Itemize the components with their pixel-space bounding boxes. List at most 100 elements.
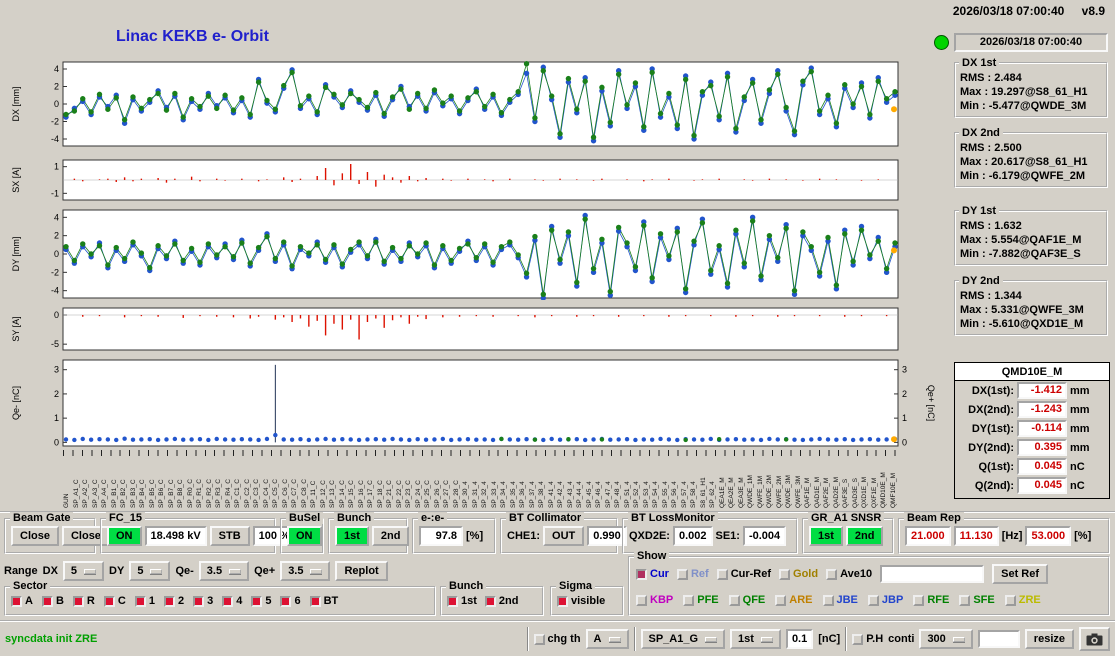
x-tick-label: SP_12_C: [319, 480, 327, 508]
chg-th-checkbox[interactable]: chg th: [533, 633, 581, 645]
range-dx-select[interactable]: 5: [62, 561, 105, 581]
range-dy-select[interactable]: 5: [129, 561, 171, 581]
show-jbp-checkbox[interactable]: JBP: [867, 594, 903, 606]
stats-row: RMS : 1.632: [960, 220, 1022, 232]
show-pfe-checkbox[interactable]: PFE: [683, 594, 719, 606]
che1-out-button[interactable]: OUT: [543, 526, 585, 546]
bunch-select[interactable]: 1st: [730, 629, 781, 649]
monitor-label: DX(2nd):: [968, 403, 1014, 416]
show-cur-ref-checkbox[interactable]: Cur-Ref: [716, 568, 771, 580]
checkbox-box: [636, 594, 647, 606]
threshold-display: 0.1: [785, 629, 814, 649]
checkbox-box: [103, 595, 115, 607]
checkbox-label: 1: [148, 595, 155, 607]
show-rfe-checkbox[interactable]: RFE: [913, 594, 949, 606]
points-select[interactable]: 300: [919, 629, 973, 649]
replot-button[interactable]: Replot: [335, 561, 388, 581]
stats-row: Max : 5.331@QWFE_3M: [960, 304, 1084, 316]
checkbox-label: 2: [177, 595, 185, 607]
resize-button[interactable]: resize: [1024, 629, 1074, 649]
beam-gate-close-button-1[interactable]: Close: [11, 526, 59, 546]
snsr-2nd-button[interactable]: 2nd: [845, 526, 884, 546]
x-tick-label: SP_R3_C: [215, 479, 222, 508]
show-kbp-checkbox[interactable]: KBP: [636, 594, 673, 606]
ph-checkbox[interactable]: P.H: [852, 633, 883, 645]
show-ref-checkbox[interactable]: Ref: [676, 568, 709, 580]
stats-dx-2nd: DX 2nd RMS : 2.500 Max : 20.617@S8_61_H1 Mi…: [954, 127, 1108, 188]
sector-4-checkbox[interactable]: 4: [222, 595, 242, 607]
group-title: Bunch: [446, 580, 487, 592]
checkbox-box: [676, 568, 688, 580]
sector-b-checkbox[interactable]: B: [41, 595, 64, 607]
svg-text:-1: -1: [51, 188, 59, 198]
sector-items: A B R C 1 2 3 4 5 6 BT: [11, 595, 338, 607]
checkbox-box: [852, 633, 864, 645]
show-jbe-checkbox[interactable]: JBE: [822, 594, 858, 606]
bunch-1st-checkbox[interactable]: 1st: [447, 595, 477, 607]
che1-value-display: 0.990: [587, 526, 627, 546]
checkbox-label: P.H: [866, 633, 884, 645]
divider: [845, 627, 848, 651]
svg-text:0: 0: [54, 99, 59, 109]
x-tick-label: SP_46_4: [595, 481, 602, 508]
range-qep-select[interactable]: 3.5: [280, 561, 331, 581]
option-value: A: [593, 633, 602, 645]
bunch-2nd-button[interactable]: 2nd: [371, 526, 410, 546]
svg-text:DX [mm]: DX [mm]: [11, 87, 21, 122]
x-tick-label: SP_57_4: [680, 481, 688, 508]
x-tick-label: SP_58_4: [690, 481, 697, 508]
x-tick-label: SP_C5_C: [272, 479, 279, 508]
show-are-checkbox[interactable]: ARE: [775, 594, 813, 606]
sector-a-checkbox[interactable]: A: [11, 595, 33, 607]
device-select[interactable]: SP_A1_G: [640, 629, 726, 649]
show-sfe-checkbox[interactable]: SFE: [959, 594, 995, 606]
x-tick-label: QAD3E_S: [851, 478, 859, 508]
bunch-1st-button[interactable]: 1st: [335, 526, 369, 546]
show-group: Show Cur Ref Cur-Ref Gold Ave10 Set Ref KBP P…: [628, 550, 1110, 616]
x-tick-label: SP_45_4: [585, 481, 593, 508]
checkbox-label: 3: [207, 595, 214, 607]
checkbox-label: A: [25, 595, 33, 607]
checkbox-label: ZRE: [1018, 594, 1041, 606]
sector-1-checkbox[interactable]: 1: [134, 595, 155, 607]
x-tick-label: QMD10E_M: [880, 472, 887, 508]
svg-text:Qe- [nC]: Qe- [nC]: [11, 386, 21, 420]
range-bar: Range DX 5 DY 5 Qe- 3.5 Qe+ 3.5 Replot: [4, 558, 388, 584]
svg-text:-2: -2: [51, 117, 59, 127]
set-ref-button[interactable]: Set Ref: [992, 564, 1049, 584]
x-axis-ticks: [63, 450, 898, 456]
monitor-title: QMD10E_M: [955, 363, 1109, 381]
monitor-value: -1.412: [1017, 382, 1067, 399]
checkbox-label: chg th: [547, 633, 581, 645]
set-ref-input[interactable]: [880, 565, 985, 583]
show-gold-checkbox[interactable]: Gold: [779, 568, 818, 580]
sigma-visible-checkbox[interactable]: visible: [557, 595, 605, 607]
sector-bt-checkbox[interactable]: BT: [309, 595, 338, 607]
stats-row: Min : -5.610@QXD1E_M: [960, 318, 1084, 330]
svg-text:3: 3: [902, 365, 907, 375]
sector-6-checkbox[interactable]: 6: [280, 595, 301, 607]
fc15-stb-button[interactable]: STB: [209, 526, 250, 546]
bunch-check-group: Bunch 1st 2nd: [440, 580, 544, 616]
range-qem-select[interactable]: 3.5: [198, 561, 250, 581]
x-tick-label: QWFE_3M: [794, 475, 802, 508]
sector-5-checkbox[interactable]: 5: [251, 595, 271, 607]
show-qfe-checkbox[interactable]: QFE: [728, 594, 765, 606]
sector-select[interactable]: A: [585, 629, 629, 649]
busel-on-button[interactable]: ON: [287, 526, 322, 546]
sector-2-checkbox[interactable]: 2: [163, 595, 185, 607]
show-zre-checkbox[interactable]: ZRE: [1004, 594, 1041, 606]
show-cur-checkbox[interactable]: Cur: [636, 568, 669, 580]
aux-input[interactable]: [977, 630, 1020, 648]
sector-r-checkbox[interactable]: R: [72, 595, 95, 607]
x-tick-label: SP_R2_C: [205, 479, 213, 508]
bunch-2nd-checkbox[interactable]: 2nd: [484, 595, 518, 607]
show-ave10-checkbox[interactable]: Ave10: [826, 568, 872, 580]
sector-3-checkbox[interactable]: 3: [193, 595, 213, 607]
snsr-1st-button[interactable]: 1st: [809, 526, 843, 546]
fc15-on-button[interactable]: ON: [107, 526, 142, 546]
snapshot-button[interactable]: [1079, 627, 1110, 651]
checkbox-box: [775, 594, 787, 606]
checkbox-label: R: [86, 595, 95, 607]
sector-c-checkbox[interactable]: C: [103, 595, 126, 607]
